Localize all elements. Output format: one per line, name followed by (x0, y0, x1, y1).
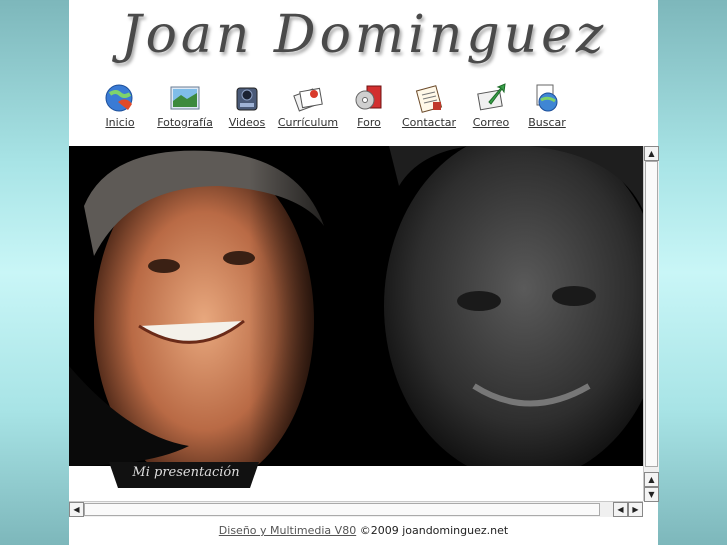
footer-copyright: ©2009 joandominguez.net (359, 524, 509, 537)
documents-icon (293, 87, 323, 112)
nav-item-foro[interactable]: Foro (352, 82, 386, 129)
nav-label-curriculum: Currículum (277, 116, 339, 129)
vertical-scrollbar[interactable]: ▲ ▲ ▼ (643, 146, 659, 502)
notepad-icon (415, 85, 443, 113)
vertical-scroll-thumb[interactable] (645, 161, 658, 467)
nav-item-videos[interactable]: Videos (224, 82, 270, 129)
forum-cd-icon (355, 85, 382, 110)
nav-label-foro: Foro (357, 116, 381, 129)
presentation-caption[interactable]: Mi presentación (121, 465, 251, 480)
left-side-background (0, 0, 69, 545)
nav-label-fotografia: Fotografía (157, 116, 213, 129)
footer: Diseño y Multimedia V80 ©2009 joandoming… (69, 524, 658, 537)
presentation-photo (69, 146, 643, 466)
mail-arrow-icon (477, 83, 506, 111)
landscape-photo-icon (170, 86, 200, 110)
scroll-down-button[interactable]: ▼ (644, 487, 659, 502)
scroll-left-button[interactable]: ◀ (69, 502, 84, 517)
nav-label-inicio: Inicio (105, 116, 135, 129)
nav-item-fotografia[interactable]: Fotografía (153, 82, 217, 129)
nav-label-contactar: Contactar (401, 116, 457, 129)
scroll-right-button[interactable]: ▶ (628, 502, 643, 517)
horizontal-scrollbar[interactable]: ◀ ◀ ▶ (69, 501, 643, 517)
right-side-background (658, 0, 727, 545)
nav-item-inicio[interactable]: Inicio (97, 82, 143, 129)
horizontal-scroll-thumb[interactable] (84, 503, 600, 516)
main-navigation: Inicio Fotografía Videos Currículum Foro… (69, 82, 658, 132)
scroll-left-button-right[interactable]: ◀ (613, 502, 628, 517)
portrait-image (69, 146, 643, 466)
nav-item-curriculum[interactable]: Currículum (275, 82, 341, 129)
scroll-up-button[interactable]: ▲ (644, 146, 659, 161)
nav-item-buscar[interactable]: Buscar (527, 82, 567, 129)
search-globe-icon (536, 84, 558, 112)
scroll-up-button-lower[interactable]: ▲ (644, 472, 659, 487)
globe-refresh-icon (105, 84, 133, 112)
nav-item-contactar[interactable]: Contactar (401, 82, 457, 129)
page-container: Joan Dominguez Inicio Fotografía Videos … (69, 0, 659, 545)
nav-label-correo: Correo (472, 116, 510, 129)
video-camera-icon (236, 87, 258, 111)
footer-design-link[interactable]: Diseño y Multimedia V80 (219, 524, 356, 537)
presentation-viewer: Mi presentación ▲ ▲ ▼ (69, 146, 659, 502)
nav-item-correo[interactable]: Correo (470, 82, 512, 129)
site-logo[interactable]: Joan Dominguez (119, 0, 609, 78)
nav-label-videos: Videos (228, 116, 266, 129)
nav-label-buscar: Buscar (528, 116, 566, 129)
